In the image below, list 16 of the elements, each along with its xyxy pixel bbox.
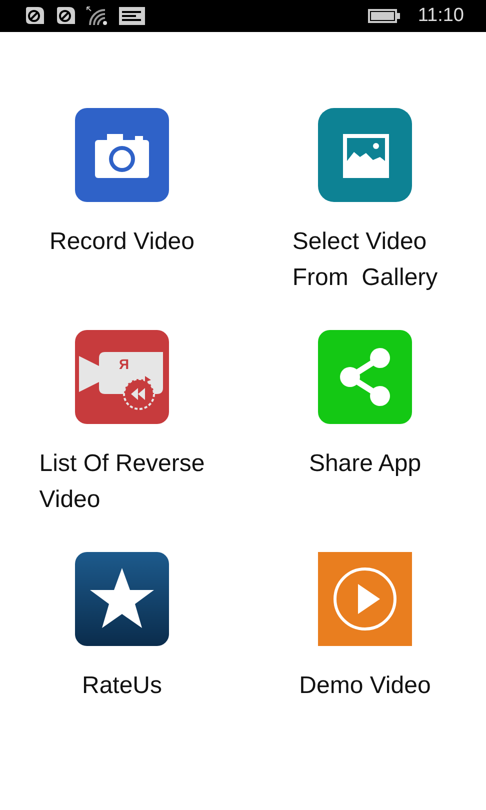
- tile-label[interactable]: RateUs: [82, 668, 162, 704]
- play-icon[interactable]: [318, 552, 412, 646]
- tile-label[interactable]: Select Video From Gallery: [292, 224, 438, 296]
- image-icon[interactable]: [318, 108, 412, 202]
- battery-icon: [368, 9, 400, 23]
- message-icon: [119, 7, 145, 25]
- tile-label[interactable]: Record Video: [50, 224, 194, 260]
- reverse-video-icon[interactable]: Я: [75, 330, 169, 424]
- camera-icon[interactable]: [75, 108, 169, 202]
- wifi-icon: [86, 6, 110, 26]
- tile-label[interactable]: Share App: [308, 446, 422, 482]
- tile-label[interactable]: Demo Video: [299, 668, 431, 704]
- clock-time: 11:10: [418, 5, 464, 27]
- tile-label[interactable]: List Of Reverse Video: [39, 446, 205, 518]
- alarm-icon: [24, 6, 46, 26]
- alarm-icon: [55, 6, 77, 26]
